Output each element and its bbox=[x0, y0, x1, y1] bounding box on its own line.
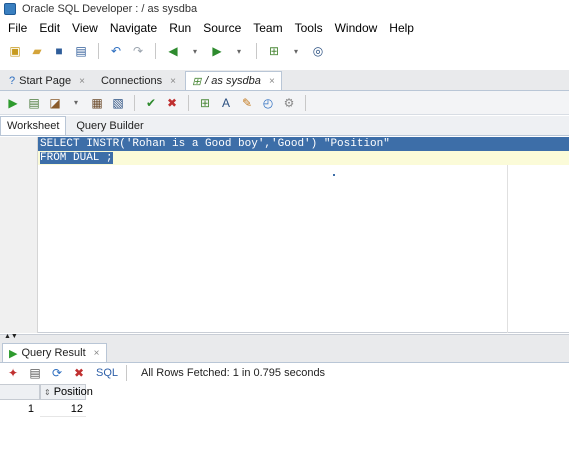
code-line-2[interactable]: FROM DUAL ; bbox=[38, 151, 569, 165]
run-icon: ▶ bbox=[9, 347, 18, 360]
autotrace-dropdown-icon[interactable]: ▾ bbox=[67, 94, 85, 112]
toolbar-separator bbox=[305, 94, 306, 111]
title-bar: Oracle SQL Developer : / as sysdba bbox=[0, 0, 569, 18]
splitter[interactable]: ▲▼ bbox=[0, 333, 569, 342]
explain-plan-icon[interactable]: ▦ bbox=[88, 94, 106, 112]
autotrace-icon[interactable]: ◪ bbox=[46, 94, 64, 112]
clear-icon[interactable]: ✎ bbox=[238, 94, 256, 112]
close-icon[interactable]: × bbox=[94, 348, 100, 359]
column-header-label: Position bbox=[53, 386, 93, 398]
fetch-status: All Rows Fetched: 1 in 0.795 seconds bbox=[141, 367, 326, 379]
menu-run[interactable]: Run bbox=[163, 21, 197, 35]
toolbar-separator bbox=[155, 43, 156, 59]
menu-source[interactable]: Source bbox=[197, 21, 247, 35]
menu-view[interactable]: View bbox=[66, 21, 104, 35]
forward-dropdown-icon[interactable]: ▾ bbox=[230, 42, 248, 60]
menu-tools[interactable]: Tools bbox=[289, 21, 329, 35]
sql-editor[interactable]: SELECT INSTR('Rohan is a Good boy','Good… bbox=[0, 137, 569, 333]
table-cell[interactable]: 12 bbox=[40, 401, 86, 417]
menu-window[interactable]: Window bbox=[329, 21, 384, 35]
sql-history-icon[interactable]: ◴ bbox=[259, 94, 277, 112]
results-tabs: ▶ Query Result × bbox=[0, 342, 569, 363]
line-gutter bbox=[0, 137, 38, 333]
collapse-arrows-icon[interactable]: ▲▼ bbox=[4, 333, 18, 340]
cursor-marker bbox=[333, 174, 335, 176]
app-icon bbox=[4, 3, 16, 15]
rollback-icon[interactable]: ✖ bbox=[163, 94, 181, 112]
main-toolbar: ▣ ▰ ■ ▤ ↶ ↷ ◀ ▾ ▶ ▾ ⊞ ▾ ◎ bbox=[0, 38, 569, 64]
toolbar-separator bbox=[256, 43, 257, 59]
back-dropdown-icon[interactable]: ▾ bbox=[186, 42, 204, 60]
tab-label: / as sysdba bbox=[205, 75, 261, 87]
pin-icon[interactable]: ✦ bbox=[4, 364, 22, 382]
sql-worksheet-icon[interactable]: ⊞ bbox=[265, 42, 283, 60]
help-icon: ? bbox=[9, 75, 16, 87]
toolbar-separator bbox=[126, 365, 128, 381]
tab-label: Start Page bbox=[19, 75, 72, 87]
close-icon[interactable]: × bbox=[269, 76, 275, 87]
toolbar-separator bbox=[134, 94, 135, 111]
tab-sysdba[interactable]: ⊞ / as sysdba × bbox=[184, 71, 282, 90]
right-margin-rule bbox=[507, 137, 508, 333]
tab-start-page[interactable]: ? Start Page × bbox=[2, 71, 92, 90]
tab-label: Connections bbox=[100, 75, 163, 87]
forward-icon[interactable]: ▶ bbox=[208, 42, 226, 60]
code-line-2-text: FROM DUAL ; bbox=[40, 152, 113, 164]
open-folder-icon[interactable]: ▰ bbox=[28, 42, 46, 60]
unshared-worksheet-icon[interactable]: ⊞ bbox=[196, 94, 214, 112]
tab-query-result[interactable]: ▶ Query Result × bbox=[2, 343, 107, 362]
sql-tuning-icon[interactable]: ▧ bbox=[109, 94, 127, 112]
save-all-icon[interactable]: ▤ bbox=[72, 42, 90, 60]
toolbar-separator bbox=[98, 43, 99, 59]
binoculars-icon[interactable]: ◎ bbox=[309, 42, 327, 60]
commit-icon[interactable]: ✔ bbox=[142, 94, 160, 112]
sql-worksheet-dropdown-icon[interactable]: ▾ bbox=[287, 42, 305, 60]
print-icon[interactable]: ▤ bbox=[26, 364, 44, 382]
worksheet-subtabs: Worksheet Query Builder bbox=[0, 116, 569, 136]
code-line-1[interactable]: SELECT INSTR('Rohan is a Good boy','Good… bbox=[38, 137, 569, 151]
results-toolbar: ✦ ▤ ⟳ ✖ SQL All Rows Fetched: 1 in 0.795… bbox=[0, 363, 569, 383]
row-number-header bbox=[0, 384, 40, 400]
run-script-icon[interactable]: ▤ bbox=[25, 94, 43, 112]
row-number: 1 bbox=[27, 403, 34, 415]
menu-team[interactable]: Team bbox=[247, 21, 288, 35]
menu-file[interactable]: File bbox=[2, 21, 33, 35]
toolbar-separator bbox=[188, 94, 189, 111]
format-icon[interactable]: ⚙ bbox=[280, 94, 298, 112]
menu-bar: File Edit View Navigate Run Source Team … bbox=[0, 18, 569, 38]
results-grid: ⇕ Position 1 12 bbox=[0, 384, 569, 453]
refresh-icon[interactable]: ⟳ bbox=[48, 364, 66, 382]
worksheet-icon: ⊞ bbox=[191, 75, 202, 88]
window-title: Oracle SQL Developer : / as sysdba bbox=[22, 3, 198, 15]
redo-icon[interactable]: ↷ bbox=[129, 42, 147, 60]
worksheet-toolbar: ▶ ▤ ◪ ▾ ▦ ▧ ✔ ✖ ⊞ A ✎ ◴ ⚙ bbox=[0, 91, 569, 115]
new-file-icon[interactable]: ▣ bbox=[6, 42, 24, 60]
tab-query-builder[interactable]: Query Builder bbox=[70, 116, 149, 135]
sort-icon[interactable]: ⇕ bbox=[44, 388, 51, 397]
cancel-query-icon[interactable]: ✖ bbox=[70, 364, 88, 382]
save-icon[interactable]: ■ bbox=[50, 42, 68, 60]
menu-navigate[interactable]: Navigate bbox=[104, 21, 163, 35]
tab-label: Query Result bbox=[21, 347, 86, 359]
menu-edit[interactable]: Edit bbox=[33, 21, 66, 35]
column-header-position[interactable]: ⇕ Position bbox=[40, 384, 93, 400]
run-statement-icon[interactable]: ▶ bbox=[4, 94, 22, 112]
back-icon[interactable]: ◀ bbox=[164, 42, 182, 60]
close-icon[interactable]: × bbox=[170, 76, 176, 87]
sql-link[interactable]: SQL bbox=[96, 367, 118, 379]
tab-worksheet[interactable]: Worksheet bbox=[0, 116, 67, 135]
document-tabs: ? Start Page × Connections × ⊞ / as sysd… bbox=[0, 70, 569, 91]
close-icon[interactable]: × bbox=[79, 76, 85, 87]
to-upper-icon[interactable]: A bbox=[217, 94, 235, 112]
tab-connections[interactable]: Connections × bbox=[93, 71, 183, 90]
menu-help[interactable]: Help bbox=[383, 21, 420, 35]
undo-icon[interactable]: ↶ bbox=[107, 42, 125, 60]
